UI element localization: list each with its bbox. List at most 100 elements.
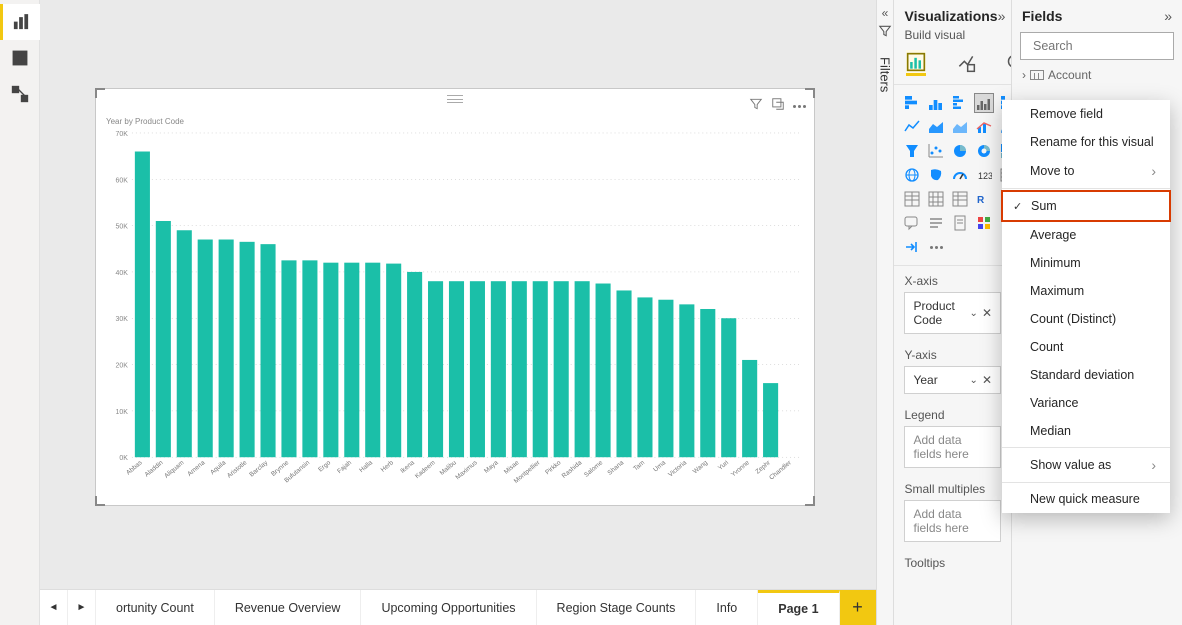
expand-filters-icon[interactable]: « [882, 6, 889, 20]
viz-type-24[interactable]: 123 [974, 165, 994, 185]
chevron-down-icon[interactable]: ⌄ [970, 308, 978, 319]
viz-type-37[interactable] [950, 213, 970, 233]
menu-median[interactable]: Median [1002, 417, 1170, 445]
visualizations-title: Visualizations [904, 8, 997, 24]
viz-type-9[interactable] [950, 117, 970, 137]
chart-title: Year by Product Code [106, 117, 184, 126]
filters-label[interactable]: Filters [878, 57, 893, 92]
data-view-icon[interactable] [0, 40, 40, 76]
viz-type-42[interactable] [902, 237, 922, 257]
yaxis-value: Year [913, 373, 937, 387]
fields-title: Fields [1022, 8, 1062, 24]
menu-stddev[interactable]: Standard deviation [1002, 361, 1170, 389]
viz-type-2[interactable] [950, 93, 970, 113]
viz-type-31[interactable]: R [974, 189, 994, 209]
visualization-type-gallery: 123RPy [894, 85, 1011, 266]
drag-handle-icon[interactable] [447, 95, 463, 103]
viz-type-30[interactable] [950, 189, 970, 209]
viz-type-0[interactable] [902, 93, 922, 113]
chart-visual-container[interactable]: Year by Product Code 0K10K20K30K40K50K60… [95, 88, 815, 506]
menu-show-value-as[interactable]: Show value as [1002, 450, 1170, 480]
canvas[interactable]: Year by Product Code 0K10K20K30K40K50K60… [40, 0, 876, 589]
collapse-viz-icon[interactable]: » [998, 8, 1006, 24]
menu-rename[interactable]: Rename for this visual [1002, 128, 1170, 156]
svg-text:Halla: Halla [358, 459, 374, 474]
add-page-button[interactable]: + [840, 590, 876, 625]
menu-sum[interactable]: Sum [1001, 190, 1171, 222]
menu-count-distinct[interactable]: Count (Distinct) [1002, 305, 1170, 333]
small-multiples-label: Small multiples [894, 474, 1011, 496]
viz-type-8[interactable] [926, 117, 946, 137]
xaxis-field-well[interactable]: Product Code ⌄✕ [904, 292, 1001, 334]
tab-upcoming-opportunities[interactable]: Upcoming Opportunities [361, 590, 536, 625]
viz-type-21[interactable] [902, 165, 922, 185]
remove-field-icon[interactable]: ✕ [982, 306, 992, 320]
svg-text:Barclay: Barclay [248, 459, 270, 479]
svg-text:Maximus: Maximus [454, 459, 478, 481]
tab-opportunity-count[interactable]: ortunity Count [96, 590, 215, 625]
svg-text:Chandler: Chandler [768, 459, 793, 482]
svg-text:50K: 50K [116, 224, 129, 231]
viz-type-23[interactable] [950, 165, 970, 185]
chevron-down-icon[interactable]: ⌄ [970, 375, 978, 386]
viz-type-7[interactable] [902, 117, 922, 137]
collapse-fields-icon[interactable]: » [1164, 8, 1172, 24]
tab-prev-icon[interactable]: ◄ [40, 590, 68, 625]
menu-new-quick-measure[interactable]: New quick measure [1002, 485, 1170, 513]
viz-type-3[interactable] [974, 93, 994, 113]
filter-pane-icon [878, 24, 892, 43]
visualizations-panel: Visualizations » Build visual 123RPy X-a… [894, 0, 1012, 625]
viz-type-43[interactable] [926, 237, 946, 257]
menu-minimum[interactable]: Minimum [1002, 249, 1170, 277]
filter-icon[interactable] [749, 97, 763, 116]
fields-search[interactable] [1020, 32, 1174, 60]
field-table-account[interactable]: › Account [1012, 64, 1182, 86]
tab-region-stage-counts[interactable]: Region Stage Counts [537, 590, 697, 625]
more-options-icon[interactable] [793, 97, 806, 116]
viz-type-29[interactable] [926, 189, 946, 209]
filters-panel-collapsed: « Filters [876, 0, 895, 625]
format-visual-tab[interactable] [956, 50, 976, 76]
viz-type-36[interactable] [926, 213, 946, 233]
viz-type-1[interactable] [926, 93, 946, 113]
tab-info[interactable]: Info [696, 590, 758, 625]
viz-type-10[interactable] [974, 117, 994, 137]
viz-type-22[interactable] [926, 165, 946, 185]
menu-average[interactable]: Average [1002, 221, 1170, 249]
menu-count[interactable]: Count [1002, 333, 1170, 361]
report-view-icon[interactable] [0, 4, 40, 40]
svg-text:Aristotle: Aristotle [226, 459, 249, 480]
svg-text:Yvonne: Yvonne [730, 459, 751, 478]
viz-type-14[interactable] [902, 141, 922, 161]
svg-text:70K: 70K [116, 131, 129, 138]
model-view-icon[interactable] [0, 76, 40, 112]
menu-variance[interactable]: Variance [1002, 389, 1170, 417]
viz-type-17[interactable] [974, 141, 994, 161]
yaxis-field-well[interactable]: Year ⌄ ✕ [904, 366, 1001, 394]
viz-type-28[interactable] [902, 189, 922, 209]
aggregation-context-menu: Remove field Rename for this visual Move… [1002, 100, 1170, 513]
viz-type-16[interactable] [950, 141, 970, 161]
build-visual-tab[interactable] [906, 50, 926, 76]
tab-next-icon[interactable]: ► [68, 590, 96, 625]
focus-mode-icon[interactable] [771, 97, 785, 116]
menu-move-to[interactable]: Move to [1002, 156, 1170, 186]
search-input[interactable] [1033, 39, 1182, 53]
svg-text:Aladdin: Aladdin [144, 459, 165, 478]
viz-type-35[interactable] [902, 213, 922, 233]
svg-text:0K: 0K [119, 455, 128, 462]
viz-type-38[interactable] [974, 213, 994, 233]
build-visual-label: Build visual [894, 28, 1011, 50]
svg-text:Uma: Uma [652, 459, 667, 473]
svg-text:20K: 20K [116, 363, 129, 370]
legend-field-well[interactable]: Add data fields here [904, 426, 1001, 468]
tab-revenue-overview[interactable]: Revenue Overview [215, 590, 362, 625]
menu-maximum[interactable]: Maximum [1002, 277, 1170, 305]
viz-type-15[interactable] [926, 141, 946, 161]
svg-text:Pirkko: Pirkko [544, 459, 563, 476]
tab-page-1[interactable]: Page 1 [758, 590, 839, 625]
account-label: Account [1048, 68, 1091, 82]
remove-field-icon[interactable]: ✕ [982, 373, 992, 387]
small-multiples-well[interactable]: Add data fields here [904, 500, 1001, 542]
menu-remove-field[interactable]: Remove field [1002, 100, 1170, 128]
